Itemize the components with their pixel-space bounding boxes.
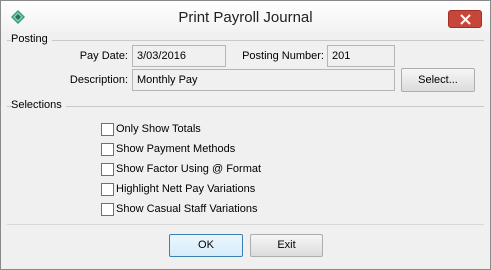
checkbox[interactable]: [101, 143, 114, 156]
posting-number-field[interactable]: 201: [327, 45, 395, 67]
checkbox-label: Show Payment Methods: [116, 143, 236, 155]
pay-date-field[interactable]: 3/03/2016: [132, 45, 226, 67]
title-bar: Print Payroll Journal: [1, 1, 490, 32]
exit-button[interactable]: Exit: [250, 234, 323, 257]
selections-group: [7, 106, 484, 107]
checkbox-label: Show Casual Staff Variations: [116, 203, 258, 215]
checkbox-label: Only Show Totals: [116, 123, 201, 135]
posting-group-label: Posting: [11, 33, 52, 45]
checkbox[interactable]: [101, 203, 114, 216]
window-title: Print Payroll Journal: [178, 9, 313, 26]
selections-group-label: Selections: [11, 99, 66, 111]
ok-button[interactable]: OK: [169, 234, 243, 257]
checkbox[interactable]: [101, 183, 114, 196]
close-button[interactable]: [448, 10, 482, 28]
description-field[interactable]: Monthly Pay: [132, 69, 395, 91]
print-payroll-journal-dialog: Print Payroll Journal Posting Pay Date: …: [0, 0, 491, 270]
posting-number-label: Posting Number:: [242, 50, 324, 62]
checkbox-label: Highlight Nett Pay Variations: [116, 183, 256, 195]
pay-date-label: Pay Date:: [79, 50, 128, 62]
select-button[interactable]: Select...: [401, 68, 475, 92]
posting-group: [7, 40, 484, 41]
close-icon: [460, 14, 471, 25]
checkbox[interactable]: [101, 163, 114, 176]
checkbox[interactable]: [101, 123, 114, 136]
description-label: Description:: [69, 74, 128, 86]
checkbox-label: Show Factor Using @ Format: [116, 163, 262, 175]
divider: [7, 224, 484, 225]
